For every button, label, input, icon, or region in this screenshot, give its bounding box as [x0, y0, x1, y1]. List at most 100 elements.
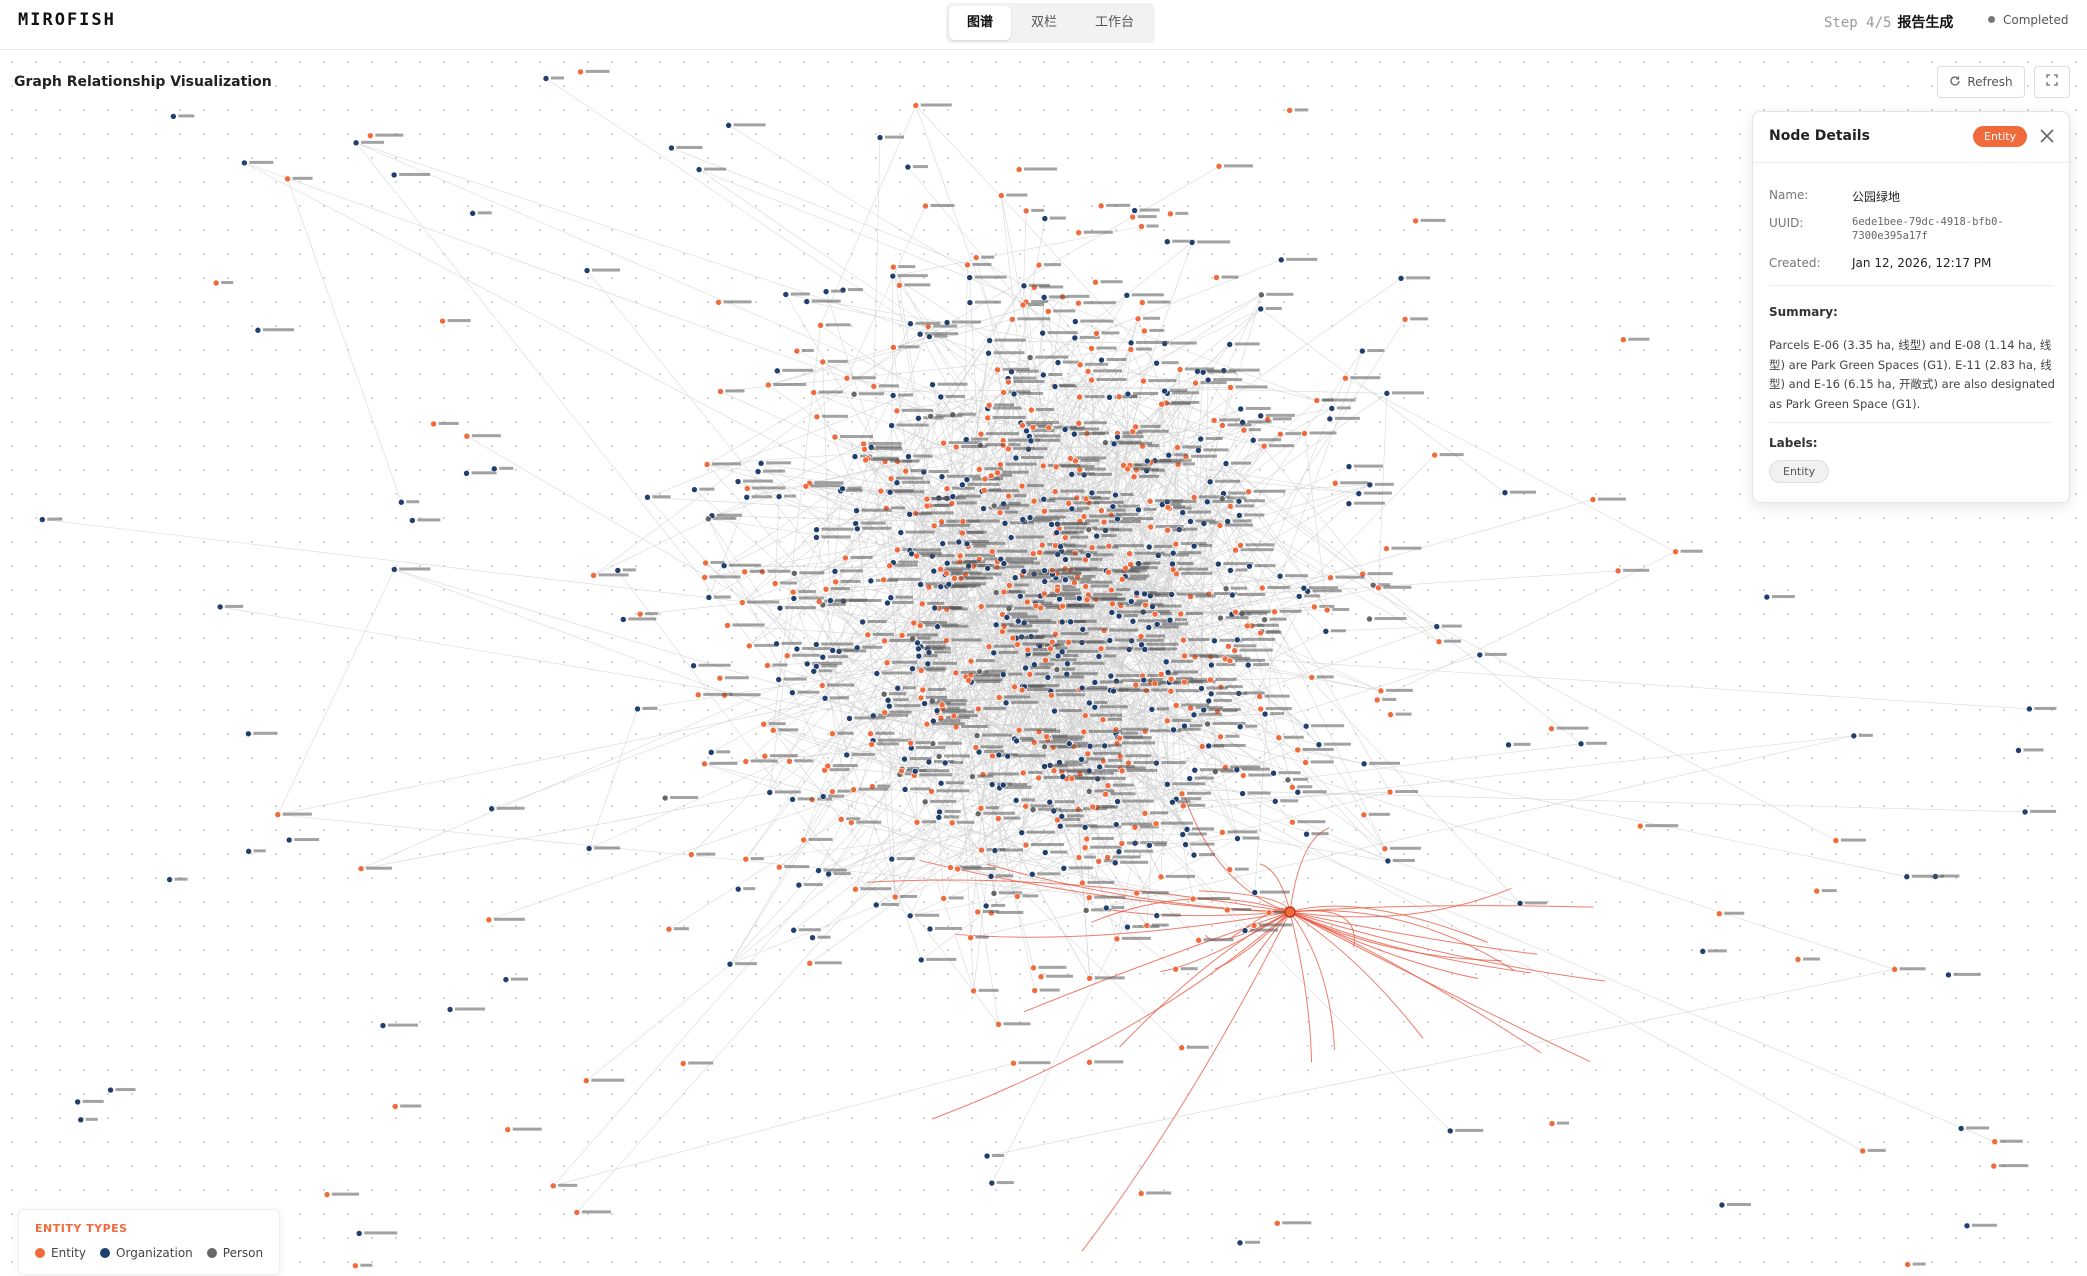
graph-node[interactable]: [1014, 617, 1022, 625]
graph-node[interactable]: [1377, 687, 1385, 695]
graph-node[interactable]: [634, 705, 641, 713]
graph-node[interactable]: [1133, 589, 1141, 597]
graph-node[interactable]: [717, 388, 724, 395]
graph-node[interactable]: [775, 493, 783, 500]
graph-node[interactable]: [764, 662, 771, 669]
graph-node[interactable]: [446, 1006, 454, 1013]
graph-node[interactable]: [254, 326, 262, 334]
graph-node[interactable]: [1172, 702, 1180, 709]
graph-node[interactable]: [1152, 820, 1160, 827]
graph-node[interactable]: [1178, 790, 1186, 798]
graph-node[interactable]: [985, 349, 992, 357]
graph-node[interactable]: [1113, 935, 1121, 943]
graph-node[interactable]: [439, 317, 446, 325]
graph-node[interactable]: [977, 603, 985, 610]
graph-node[interactable]: [1672, 548, 1679, 555]
graph-node[interactable]: [1945, 971, 1952, 979]
graph-node[interactable]: [1012, 454, 1020, 462]
graph-node[interactable]: [1137, 1190, 1145, 1197]
graph-node[interactable]: [813, 526, 820, 533]
graph-node[interactable]: [1039, 541, 1046, 549]
graph-node[interactable]: [1126, 550, 1133, 558]
graph-node[interactable]: [107, 1086, 114, 1094]
graph-node[interactable]: [876, 134, 884, 141]
graph-node[interactable]: [1051, 383, 1059, 390]
graph-node[interactable]: [1075, 419, 1083, 427]
graph-node[interactable]: [1015, 726, 1023, 734]
graph-node[interactable]: [1224, 518, 1231, 525]
graph-node[interactable]: [1067, 618, 1074, 626]
graph-node[interactable]: [861, 445, 868, 453]
tab-graph[interactable]: 图谱: [949, 6, 1012, 40]
graph-node[interactable]: [930, 522, 938, 530]
graph-node[interactable]: [688, 851, 695, 858]
graph-node[interactable]: [1059, 602, 1066, 610]
graph-node[interactable]: [1148, 706, 1156, 713]
graph-node[interactable]: [1080, 728, 1088, 736]
graph-node[interactable]: [1199, 368, 1207, 376]
graph-node[interactable]: [1241, 927, 1249, 934]
graph-node[interactable]: [1000, 560, 1008, 567]
graph-node[interactable]: [853, 525, 861, 533]
graph-node[interactable]: [1013, 737, 1020, 745]
graph-node[interactable]: [952, 669, 960, 677]
graph-node[interactable]: [1227, 384, 1234, 391]
graph-node[interactable]: [1041, 507, 1048, 515]
graph-node[interactable]: [1129, 213, 1136, 221]
graph-node[interactable]: [1190, 711, 1198, 719]
graph-node[interactable]: [742, 855, 750, 863]
graph-node[interactable]: [398, 498, 405, 506]
graph-node[interactable]: [1014, 893, 1021, 900]
graph-node[interactable]: [1037, 973, 1045, 981]
graph-node[interactable]: [1041, 215, 1049, 222]
graph-node[interactable]: [352, 1262, 359, 1270]
graph-node[interactable]: [742, 758, 750, 765]
graph-node[interactable]: [1140, 676, 1148, 684]
graph-node[interactable]: [1041, 763, 1048, 770]
graph-node[interactable]: [463, 432, 471, 440]
graph-node[interactable]: [917, 694, 925, 702]
graph-node[interactable]: [1045, 308, 1052, 315]
graph-node[interactable]: [1041, 590, 1048, 598]
graph-node[interactable]: [1138, 223, 1145, 230]
graph-node[interactable]: [877, 487, 885, 495]
graph-node[interactable]: [1112, 821, 1120, 828]
graph-node[interactable]: [1110, 440, 1118, 448]
graph-node[interactable]: [1360, 760, 1368, 768]
graph-node[interactable]: [981, 475, 989, 483]
graph-node[interactable]: [1068, 505, 1076, 513]
graph-node[interactable]: [1195, 936, 1202, 944]
graph-node[interactable]: [1433, 623, 1441, 630]
graph-node[interactable]: [1064, 660, 1071, 668]
graph-node[interactable]: [1048, 521, 1055, 528]
graph-node[interactable]: [1082, 907, 1090, 914]
graph-node[interactable]: [918, 600, 926, 608]
graph-node[interactable]: [919, 686, 927, 694]
graph-node[interactable]: [1059, 773, 1067, 781]
graph-node[interactable]: [949, 493, 957, 500]
graph-node[interactable]: [691, 486, 698, 493]
graph-node[interactable]: [1231, 647, 1238, 654]
graph-node[interactable]: [1075, 854, 1083, 861]
graph-node[interactable]: [1085, 894, 1093, 901]
graph-node[interactable]: [1259, 584, 1266, 592]
graph-node[interactable]: [1153, 621, 1161, 628]
graph-node[interactable]: [1078, 684, 1086, 692]
graph-node[interactable]: [867, 577, 875, 585]
graph-node[interactable]: [832, 578, 839, 586]
graph-node[interactable]: [1046, 798, 1054, 806]
graph-node[interactable]: [701, 574, 708, 581]
graph-node[interactable]: [1181, 678, 1188, 686]
graph-node[interactable]: [1232, 546, 1239, 554]
graph-node[interactable]: [954, 865, 961, 873]
graph-node[interactable]: [822, 288, 830, 295]
graph-node[interactable]: [725, 122, 732, 129]
graph-node[interactable]: [1001, 519, 1009, 527]
graph-node[interactable]: [1257, 305, 1265, 313]
graph-node[interactable]: [1110, 687, 1117, 695]
graph-node[interactable]: [1004, 752, 1012, 760]
graph-node[interactable]: [995, 751, 1003, 759]
graph-node[interactable]: [803, 298, 811, 305]
graph-node[interactable]: [923, 720, 931, 728]
graph-node[interactable]: [1068, 471, 1076, 478]
